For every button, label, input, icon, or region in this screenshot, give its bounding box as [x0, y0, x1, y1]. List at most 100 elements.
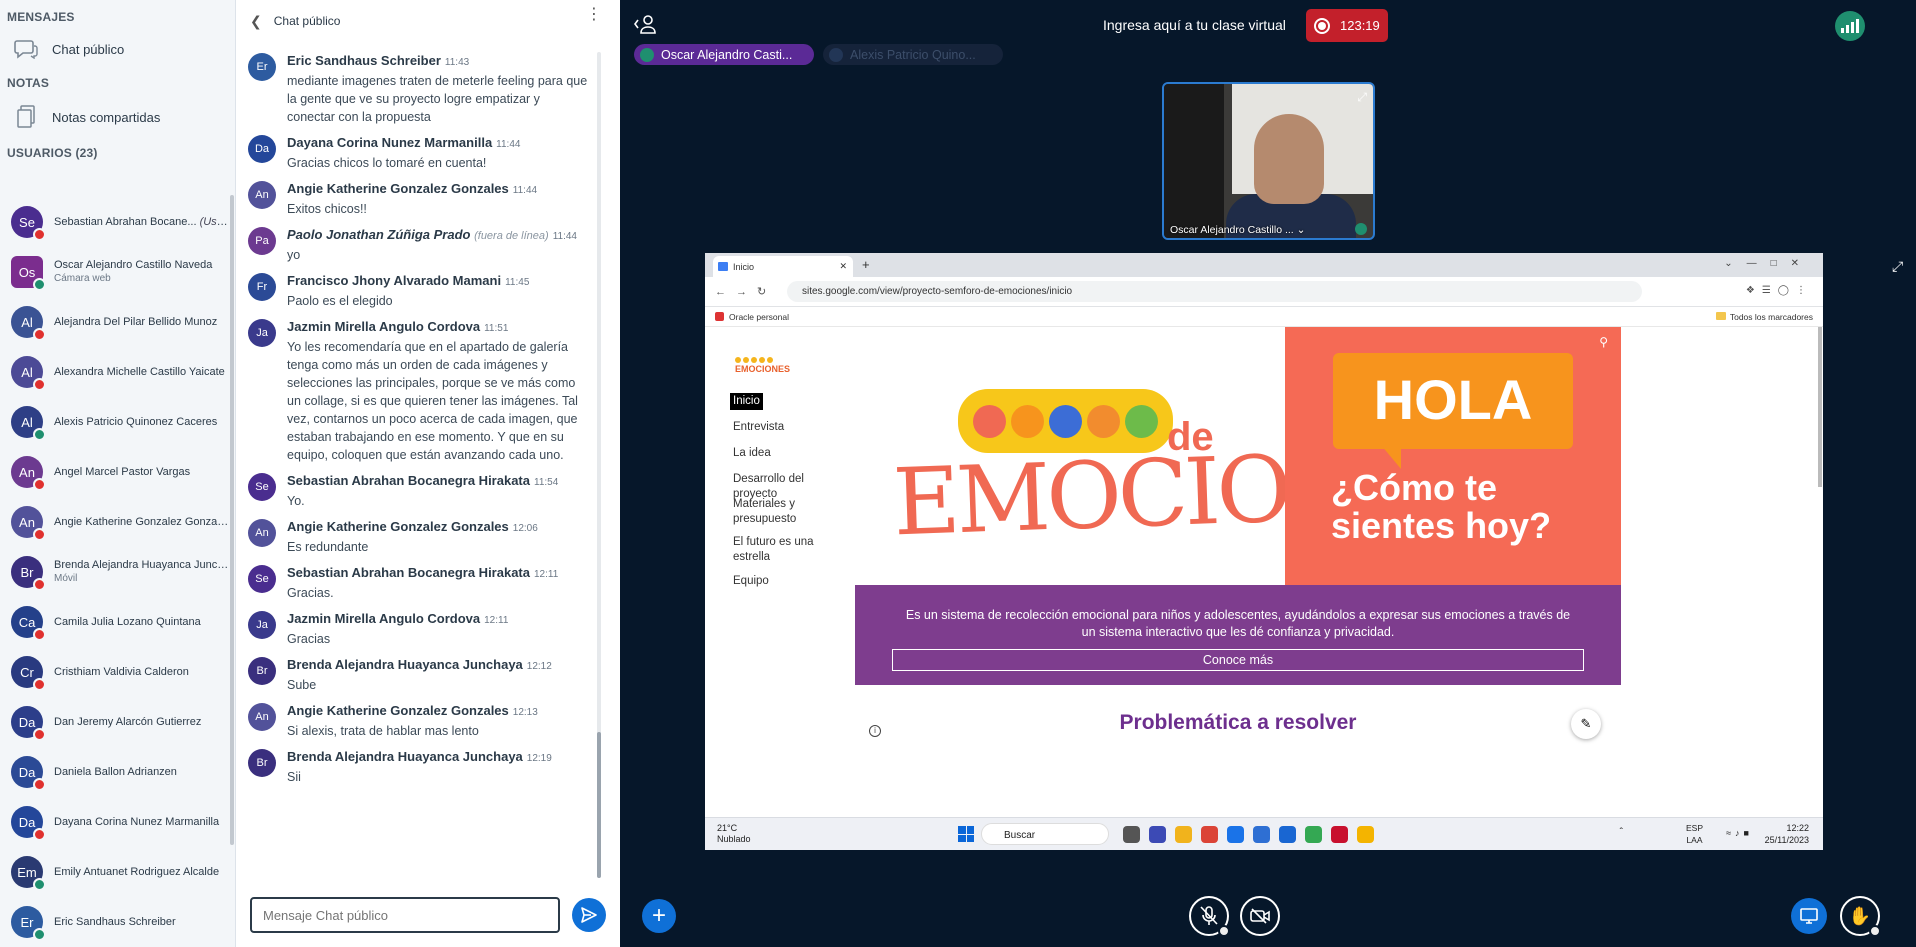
user-list-item[interactable]: Al Alexis Patricio Quinonez Caceres — [0, 397, 230, 447]
avatar: Pa — [248, 227, 276, 255]
chat-message-input[interactable] — [250, 897, 560, 933]
taskbar-apps[interactable] — [1123, 826, 1374, 843]
sidebar-scrollbar[interactable] — [230, 195, 234, 845]
mic-on-icon — [33, 878, 46, 891]
messages-section-title: MENSAJES — [7, 10, 75, 24]
user-list-item[interactable]: An Angie Katherine Gonzalez Gonzales — [0, 497, 230, 547]
language-indicator[interactable]: ESP LAA — [1686, 822, 1703, 846]
user-list-item[interactable]: Al Alejandra Del Pilar Bellido Munoz — [0, 297, 230, 347]
tray-chevron-icon[interactable]: ˆ — [1620, 827, 1623, 838]
webcam-video-tile[interactable]: ⤢ Oscar Alejandro Castillo ... ⌄ — [1162, 82, 1375, 240]
offline-label: (fuera de línea) — [474, 230, 549, 242]
website-content: EMOCIONES Inicio Entrevista La idea Desarro… — [705, 327, 1823, 817]
message-text: Paolo es el elegido — [287, 294, 393, 308]
chat-message: Se Sebastian Abrahan Bocanegra Hirakata 11… — [236, 472, 602, 510]
new-tab-icon[interactable]: + — [862, 257, 870, 272]
user-list-icon — [634, 15, 656, 34]
chat-title: Chat público — [273, 14, 341, 28]
user-list-item[interactable]: Er Eric Sandhaus Schreiber — [0, 897, 230, 947]
site-nav-item[interactable]: Equipo — [733, 574, 848, 589]
bookmark-oracle[interactable]: Oracle personal — [715, 312, 789, 322]
message-text: Gracias — [287, 632, 331, 646]
chat-scrollbar[interactable] — [597, 52, 601, 878]
message-author: Francisco Jhony Alvarado Mamani 11:45 — [287, 273, 530, 288]
avatar: Al — [11, 356, 46, 391]
message-author: Brenda Alejandra Huayanca Junchaya 12:12 — [287, 657, 552, 672]
site-logo[interactable]: EMOCIONES — [735, 357, 790, 374]
talking-indicator-alexis[interactable]: Alexis Patricio Quino... — [823, 44, 1003, 65]
message-time: 11:44 — [496, 139, 521, 150]
avatar: Se — [248, 473, 276, 501]
user-list-item[interactable]: Em Emily Antuanet Rodriguez Alcalde — [0, 847, 230, 897]
camera-button[interactable] — [1240, 896, 1280, 936]
chat-scroll-thumb[interactable] — [597, 732, 601, 878]
user-list-item[interactable]: Se Sebastian Abrahan Bocane... (Usted) — [0, 197, 230, 247]
user-list-item[interactable]: Da Daniela Ballon Adrianzen — [0, 747, 230, 797]
user-list-item[interactable]: Cr Cristhiam Valdivia Calderon — [0, 647, 230, 697]
weather-widget[interactable]: 21°C Nublado — [717, 823, 751, 845]
user-list-item[interactable]: Ca Camila Julia Lozano Quintana — [0, 597, 230, 647]
shared-notes-link[interactable]: Notas compartidas — [0, 94, 235, 140]
user-list-item[interactable]: An Angel Marcel Pastor Vargas — [0, 447, 230, 497]
message-time: 12:19 — [526, 753, 552, 764]
url-field[interactable]: sites.google.com/view/proyecto-semforo-d… — [787, 281, 1642, 302]
tray-status-icons[interactable]: ≈♪■ — [1726, 828, 1753, 838]
message-author: Eric Sandhaus Schreiber 11:43 — [287, 53, 470, 68]
screenshare-fullscreen-icon[interactable]: ⤢ — [1892, 258, 1903, 275]
talking-indicator-oscar[interactable]: Oscar Alejandro Casti... — [634, 44, 814, 65]
fullscreen-icon[interactable]: ⤢ — [1357, 90, 1367, 105]
screenshare-view[interactable]: Inicio ✕ + ⌄—□✕ ←→↻ sites.google.com/view… — [705, 253, 1823, 850]
microphone-muted-icon — [1200, 906, 1218, 925]
recording-indicator[interactable]: 123:19 — [1306, 9, 1388, 42]
connection-status-button[interactable] — [1835, 11, 1865, 41]
chat-message: Se Sebastian Abrahan Bocanegra Hirakata 12… — [236, 564, 602, 602]
public-chat-link[interactable]: Chat público — [0, 26, 235, 72]
message-author: Angie Katherine Gonzalez Gonzales 12:13 — [287, 703, 538, 718]
user-sidebar: MENSAJES Chat público NOTAS Notas compar… — [0, 0, 236, 947]
avatar: An — [11, 456, 46, 491]
user-list-item[interactable]: Al Alexandra Michelle Castillo Yaicate — [0, 347, 230, 397]
reactions-badge[interactable] — [1869, 925, 1881, 937]
browser-tab[interactable]: Inicio ✕ — [713, 256, 853, 277]
user-list-item[interactable]: Br Brenda Alejandra Huayanca Junch... Móvi… — [0, 547, 230, 597]
bookmark-all[interactable]: Todos los marcadores — [1715, 312, 1813, 322]
public-chat-label: Chat público — [52, 41, 125, 57]
mic-settings-badge[interactable] — [1218, 925, 1230, 937]
user-list-item[interactable]: Os Oscar Alejandro Castillo Naveda Cámara … — [0, 247, 230, 297]
send-button[interactable] — [572, 898, 606, 932]
chat-header: ❮ Chat público ⋮ — [236, 0, 620, 42]
close-tab-icon[interactable]: ✕ — [839, 261, 847, 272]
users-toggle-button[interactable] — [634, 14, 656, 38]
site-scrollbar[interactable] — [1818, 327, 1822, 487]
taskbar-clock[interactable]: 12:22 25/11/2023 — [1765, 822, 1809, 846]
window-controls[interactable]: ⌄—□✕ — [1724, 258, 1813, 269]
site-nav-item[interactable]: Entrevista — [733, 420, 848, 435]
back-chevron-icon[interactable]: ❮ — [250, 13, 262, 30]
avatar: Cr — [11, 656, 46, 691]
user-list-item[interactable]: Da Dan Jeremy Alarcón Gutierrez — [0, 697, 230, 747]
site-nav-item[interactable]: El futuro es una estrella — [733, 535, 848, 565]
site-nav-item[interactable]: La idea — [733, 446, 848, 461]
raise-hand-button[interactable]: ✋ — [1840, 896, 1881, 937]
presentation-icon — [1800, 908, 1818, 924]
mute-button[interactable] — [1189, 896, 1230, 937]
muted-icon — [33, 678, 46, 691]
message-author: Angie Katherine Gonzalez Gonzales 12:06 — [287, 519, 538, 534]
message-text: Es redundante — [287, 540, 369, 554]
chat-message: Br Brenda Alejandra Huayanca Junchaya 12:1… — [236, 656, 602, 694]
conoce-mas-button[interactable]: Conoce más — [892, 649, 1584, 671]
message-author: Brenda Alejandra Huayanca Junchaya 12:19 — [287, 749, 552, 764]
user-name: Alejandra Del Pilar Bellido Munoz — [54, 315, 218, 328]
more-options-icon[interactable]: ⋮ — [586, 7, 602, 23]
taskbar-search[interactable]: Buscar — [981, 823, 1109, 845]
edit-pencil-button[interactable]: ✎ — [1571, 709, 1601, 739]
windows-start-icon[interactable] — [958, 826, 974, 842]
actions-button[interactable]: + — [642, 899, 676, 933]
site-nav-item[interactable]: Materiales y presupuesto — [733, 497, 848, 527]
presentation-button[interactable] — [1791, 898, 1827, 934]
browser-extension-icons[interactable]: ❖☰◯⋮ — [1746, 285, 1813, 296]
site-nav-item[interactable]: Inicio — [730, 393, 763, 410]
site-search-icon[interactable]: ⚲ — [1599, 335, 1608, 349]
user-list-item[interactable]: Da Dayana Corina Nunez Marmanilla — [0, 797, 230, 847]
browser-nav-icons[interactable]: ←→↻ — [715, 285, 776, 298]
